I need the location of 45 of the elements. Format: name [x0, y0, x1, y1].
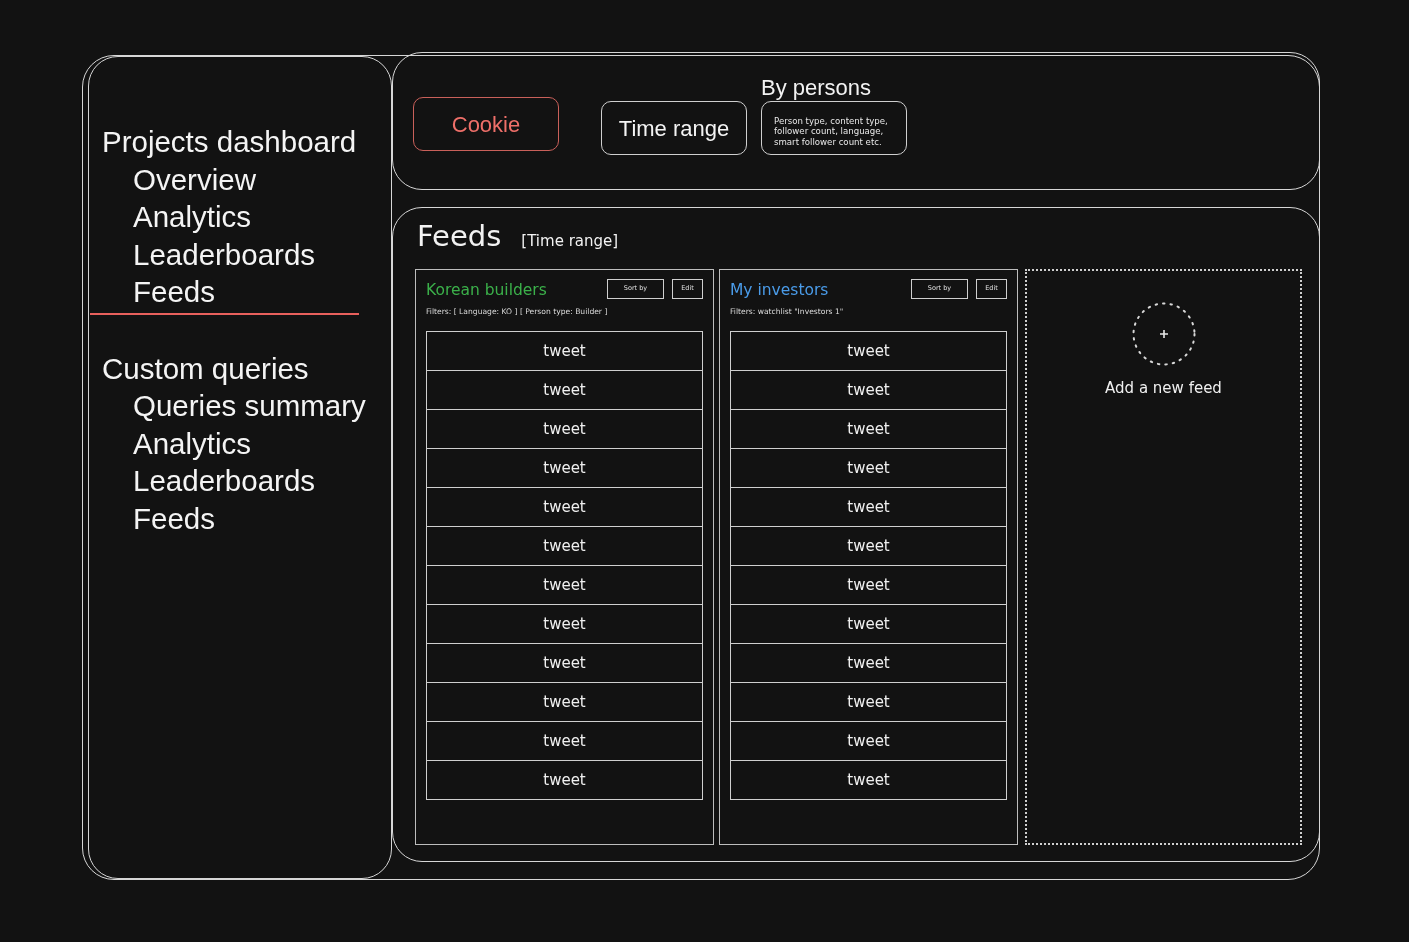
tweet-card: tweet [730, 331, 1007, 371]
filter-box[interactable]: Person type, content type, follower count, language, smart follower count etc. [761, 101, 907, 155]
sidebar-item[interactable]: Feeds [133, 273, 215, 311]
tweet-card: tweet [730, 487, 1007, 527]
feed-name: My investors [730, 280, 829, 301]
tweet-card: tweet [730, 721, 1007, 761]
tweet-card: tweet [730, 526, 1007, 566]
add-feed-label: Add a new feed [1105, 378, 1222, 399]
tweet-card: tweet [426, 331, 703, 371]
sidebar-heading: Custom queries [102, 350, 309, 387]
tweet-card: tweet [730, 448, 1007, 488]
tweet-card: tweet [426, 643, 703, 683]
filter-button[interactable]: Time range [601, 101, 747, 155]
tweet-card: tweet [426, 760, 703, 800]
tweet-card: tweet [730, 565, 1007, 605]
time-range-label: [Time range] [521, 231, 619, 252]
sidebar-item[interactable]: Leaderboards [133, 235, 316, 273]
sidebar-item[interactable]: Analytics [133, 198, 252, 236]
sidebar-item[interactable]: Feeds [133, 499, 215, 537]
highlighted-button[interactable]: Cookie [413, 97, 559, 151]
sidebar-item[interactable]: Queries summary [133, 387, 366, 425]
tweet-card: tweet [426, 409, 703, 449]
sidebar-item[interactable]: Overview [133, 160, 256, 198]
sidebar-item[interactable]: Leaderboards [133, 462, 316, 500]
tweet-card: tweet [730, 604, 1007, 644]
feed-name: Korean builders [426, 280, 547, 301]
tweet-card: tweet [730, 370, 1007, 410]
tweet-card: tweet [426, 487, 703, 527]
tweet-card: tweet [426, 565, 703, 605]
sidebar-item[interactable]: Analytics [133, 424, 252, 462]
filter-heading: By persons [761, 76, 872, 100]
add-feed-area[interactable]: Add a new feed [1025, 269, 1302, 845]
tweet-card: tweet [426, 448, 703, 488]
tweet-card: tweet [730, 409, 1007, 449]
sidebar-heading: Projects dashboard [102, 124, 357, 160]
tweet-card: tweet [426, 526, 703, 566]
plus-circle-icon[interactable] [1131, 302, 1196, 366]
tweet-card: tweet [426, 370, 703, 410]
tweet-card: tweet [730, 760, 1007, 800]
tweet-card: tweet [426, 604, 703, 644]
tweet-card: tweet [730, 643, 1007, 683]
tweet-card: tweet [426, 721, 703, 761]
feeds-title: Feeds [417, 218, 502, 254]
tweet-card: tweet [426, 682, 703, 722]
tweet-card: tweet [730, 682, 1007, 722]
